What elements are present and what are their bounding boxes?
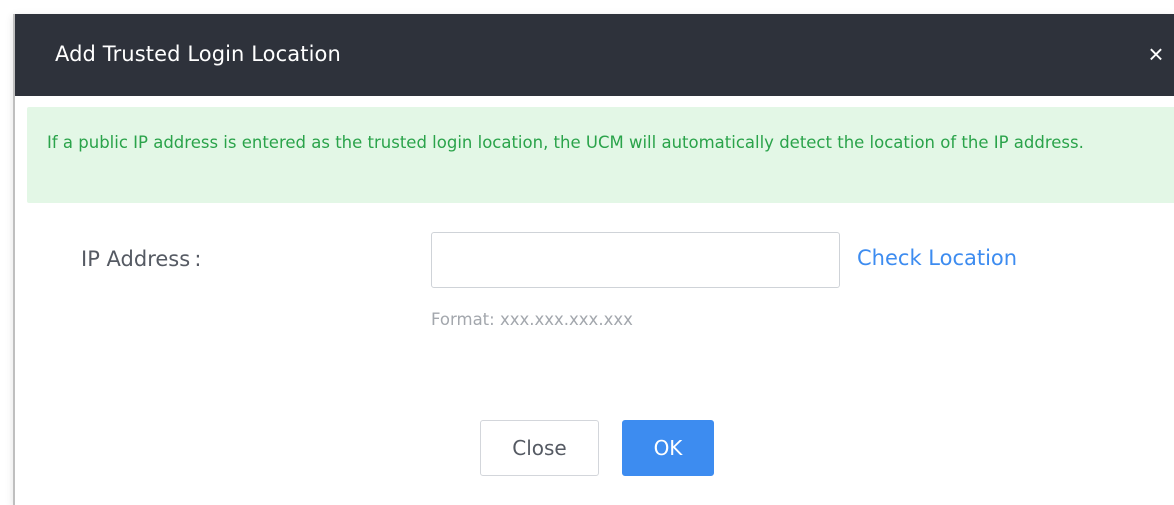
- info-banner-text: If a public IP address is entered as the…: [47, 133, 1084, 152]
- ip-format-hint: Format: xxx.xxx.xxx.xxx: [431, 310, 633, 329]
- close-icon[interactable]: ×: [1142, 39, 1170, 69]
- check-location-link[interactable]: Check Location: [857, 246, 1017, 270]
- info-banner: If a public IP address is entered as the…: [27, 107, 1174, 203]
- close-button[interactable]: Close: [480, 420, 599, 476]
- add-trusted-login-location-dialog: Add Trusted Login Location × If a public…: [13, 14, 1174, 505]
- ip-address-input[interactable]: [431, 232, 840, 288]
- ip-address-label: IP Address :: [81, 247, 202, 271]
- dialog-title: Add Trusted Login Location: [55, 42, 341, 66]
- dialog-header: Add Trusted Login Location ×: [15, 14, 1174, 96]
- ok-button[interactable]: OK: [622, 420, 714, 476]
- page: Add Trusted Login Location × If a public…: [0, 0, 1174, 505]
